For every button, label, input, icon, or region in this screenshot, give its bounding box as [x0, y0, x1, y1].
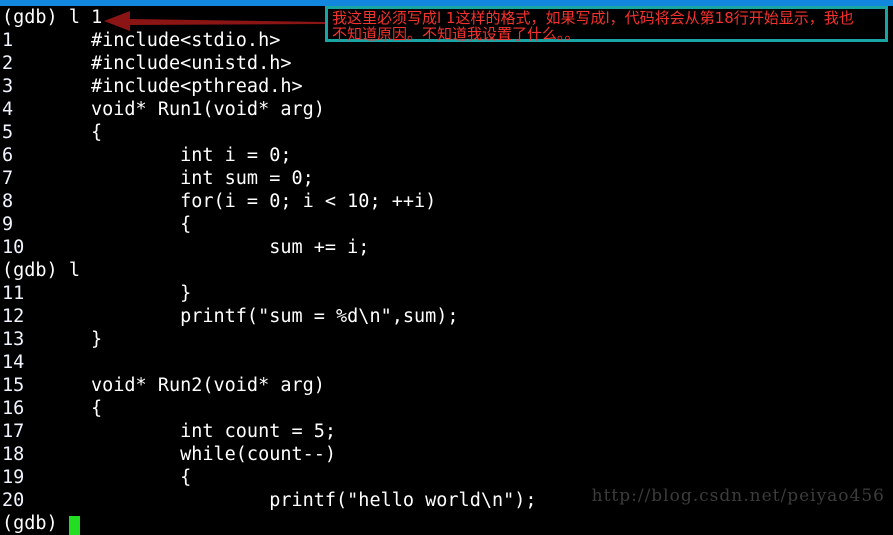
line-code: } — [91, 329, 103, 350]
source-line: 13} — [0, 328, 893, 351]
line-code: void* Run2(void* arg) — [91, 375, 325, 396]
line-number: 20 — [2, 490, 25, 511]
gdb-terminal-window: (gdb) l 1 1 #include<stdio.h> 2 #include<uni… — [0, 0, 893, 535]
line-number: 6 — [2, 145, 14, 166]
line-number: 9 — [2, 214, 14, 235]
source-line: 2 #include<unistd.h> — [0, 52, 893, 75]
prompt-text: (gdb) — [2, 513, 69, 534]
line-code: int sum = 0; — [91, 168, 314, 189]
source-line: 18 while(count--) — [0, 443, 893, 466]
source-line: 3 #include<pthread.h> — [0, 75, 893, 98]
source-line: 10 sum += i; — [0, 236, 893, 259]
line-number: 5 — [2, 122, 14, 143]
line-code: printf("sum = %d\n",sum); — [91, 306, 459, 327]
line-code: { — [91, 214, 192, 235]
line-number: 13 — [2, 329, 25, 350]
line-number: 4 — [2, 99, 14, 120]
line-code: #include<stdio.h> — [91, 30, 281, 51]
line-number: 12 — [2, 306, 25, 327]
line-number: 10 — [2, 237, 25, 258]
annotation-text-line-1: 我这里必须写成l 1这样的格式，如果写成l，代码将会从第18行开始显示，我也 — [332, 9, 854, 27]
line-code: void* Run1(void* arg) — [91, 99, 325, 120]
annotation-text-line-2: 不知道原因。不知道我设置了什么。。 — [332, 25, 580, 43]
source-line: 8 for(i = 0; i < 10; ++i) — [0, 190, 893, 213]
source-line: 17 int count = 5; — [0, 420, 893, 443]
gdb-prompt-active: (gdb) — [0, 512, 893, 535]
source-line: 12 printf("sum = %d\n",sum); — [0, 305, 893, 328]
line-number: 17 — [2, 421, 25, 442]
source-line: 11 } — [0, 282, 893, 305]
line-number: 18 — [2, 444, 25, 465]
source-line: 7 int sum = 0; — [0, 167, 893, 190]
line-code: #include<unistd.h> — [91, 53, 292, 74]
source-line: 5{ — [0, 121, 893, 144]
line-number: 2 — [2, 53, 14, 74]
line-number: 1 — [2, 30, 14, 51]
text-cursor — [68, 516, 80, 535]
line-code: { — [91, 398, 103, 419]
line-code: for(i = 0; i < 10; ++i) — [91, 191, 437, 212]
line-number: 15 — [2, 375, 25, 396]
line-code: sum += i; — [91, 237, 370, 258]
annotation-callout: 我这里必须写成l 1这样的格式，如果写成l，代码将会从第18行开始显示，我也 不… — [325, 6, 888, 42]
source-line: 6 int i = 0; — [0, 144, 893, 167]
line-number: 7 — [2, 168, 14, 189]
line-code: int i = 0; — [91, 145, 292, 166]
source-line: 14 — [0, 351, 893, 374]
line-number: 3 — [2, 76, 14, 97]
line-number: 11 — [2, 283, 25, 304]
prompt-text: (gdb) l 1 — [2, 7, 103, 28]
line-number: 14 — [2, 352, 25, 373]
line-code: { — [91, 122, 103, 143]
gdb-prompt: (gdb) l — [0, 259, 893, 282]
source-line: 15 void* Run2(void* arg) — [0, 374, 893, 397]
line-code: } — [91, 283, 192, 304]
line-code: { — [91, 467, 192, 488]
source-line: 16 { — [0, 397, 893, 420]
line-number: 16 — [2, 398, 25, 419]
line-code: #include<pthread.h> — [91, 76, 303, 97]
prompt-text: (gdb) l — [2, 260, 80, 281]
line-code: while(count--) — [91, 444, 337, 465]
line-code: printf("hello world\n"); — [91, 490, 537, 511]
source-line: 4 void* Run1(void* arg) — [0, 98, 893, 121]
line-number: 19 — [2, 467, 25, 488]
line-code: int count = 5; — [91, 421, 337, 442]
watermark-text: http://blog.csdn.net/peiyao456 — [591, 486, 885, 506]
terminal-screen[interactable]: (gdb) l 1 1 #include<stdio.h> 2 #include<uni… — [0, 6, 893, 535]
source-line: 9 { — [0, 213, 893, 236]
line-number: 8 — [2, 191, 14, 212]
